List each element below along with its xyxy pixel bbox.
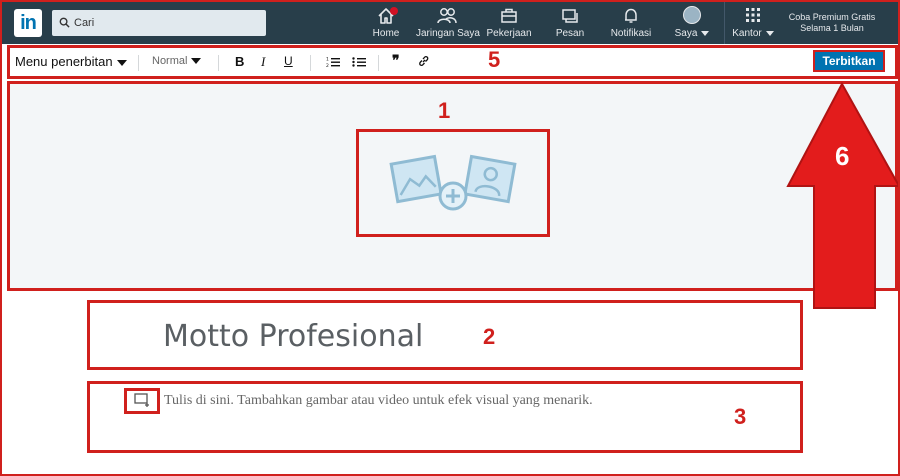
editor-toolbar: Menu penerbitan Normal B I U 12 ❞ 5 Terb… [7, 45, 898, 79]
text-style-label: Normal [152, 55, 188, 67]
briefcase-icon [486, 6, 532, 26]
add-photo-icon [389, 154, 517, 211]
search-box[interactable] [52, 10, 266, 36]
nav-divider [724, 2, 725, 44]
title-input[interactable] [163, 317, 723, 355]
nav-messages-label: Pesan [555, 28, 585, 39]
chevron-down-icon [116, 59, 127, 66]
annotation-2: 2 [483, 324, 496, 349]
chevron-down-icon [765, 30, 774, 36]
home-icon [368, 6, 404, 26]
bold-button[interactable]: B [235, 54, 244, 69]
quote-icon[interactable]: ❞ [392, 52, 400, 69]
numbered-list-icon[interactable]: 12 [326, 56, 340, 71]
body-placeholder: Tulis di sini. Tambahkan gambar atau vid… [164, 393, 593, 408]
nav-network-label: Jaringan Saya [416, 28, 480, 39]
premium-link[interactable]: Coba Premium Gratis Selama 1 Bulan [782, 12, 882, 34]
annotation-1: 1 [438, 98, 451, 123]
annotation-arrow [786, 81, 898, 309]
bell-icon [608, 6, 654, 26]
annotation-6: 6 [835, 141, 850, 171]
chat-icon [552, 6, 588, 26]
premium-line2: Selama 1 Bulan [800, 23, 864, 33]
publishing-menu-label: Menu penerbitan [15, 54, 113, 69]
bulleted-list-icon[interactable] [352, 56, 366, 71]
title-field-container: 2 [87, 300, 803, 370]
italic-button[interactable]: I [261, 54, 265, 70]
publishing-menu-dropdown[interactable]: Menu penerbitan [15, 54, 127, 69]
nav-messages[interactable]: Pesan [552, 6, 588, 42]
toolbar-separator [310, 55, 311, 71]
chevron-down-icon [701, 30, 710, 36]
search-icon [59, 17, 70, 28]
add-media-button[interactable] [124, 388, 160, 414]
svg-text:2: 2 [326, 63, 329, 68]
nav-notifications[interactable]: Notifikasi [608, 6, 654, 42]
text-style-dropdown[interactable]: Normal [152, 55, 202, 67]
toolbar-separator [218, 55, 219, 71]
body-field-container[interactable]: Tulis di sini. Tambahkan gambar atau vid… [87, 381, 803, 453]
people-icon [416, 6, 478, 26]
add-media-icon [134, 393, 149, 407]
annotation-5: 5 [488, 47, 501, 72]
cover-image-area[interactable]: 1 [7, 81, 898, 291]
nav-jobs[interactable]: Pekerjaan [486, 6, 532, 42]
annotation-3: 3 [734, 404, 747, 429]
add-image-button[interactable] [356, 129, 550, 237]
nav-work-label: Kantor [732, 28, 762, 39]
search-input[interactable] [74, 14, 254, 32]
grid-icon [728, 6, 778, 26]
toolbar-separator [138, 55, 139, 71]
svg-text:1: 1 [326, 57, 329, 63]
editor-page: in Home Jaringan Saya Pekerja [0, 0, 900, 476]
toolbar-separator [378, 55, 379, 71]
top-navbar: in Home Jaringan Saya Pekerja [2, 2, 898, 44]
nav-work[interactable]: Kantor [728, 6, 778, 42]
nav-notifications-label: Notifikasi [610, 28, 652, 39]
nav-me-label: Saya [674, 28, 698, 39]
nav-home-label: Home [372, 28, 400, 39]
publish-button[interactable]: Terbitkan [813, 50, 885, 72]
underline-button[interactable]: U [284, 54, 293, 68]
notification-badge [390, 7, 398, 15]
nav-home[interactable]: Home [368, 6, 404, 42]
avatar [683, 6, 701, 24]
nav-me[interactable]: Saya [672, 6, 712, 42]
link-icon[interactable] [418, 55, 430, 70]
chevron-down-icon [191, 58, 202, 65]
linkedin-logo[interactable]: in [14, 9, 42, 37]
premium-line1: Coba Premium Gratis [788, 12, 876, 22]
nav-network[interactable]: Jaringan Saya [416, 6, 480, 42]
nav-jobs-label: Pekerjaan [486, 28, 532, 39]
